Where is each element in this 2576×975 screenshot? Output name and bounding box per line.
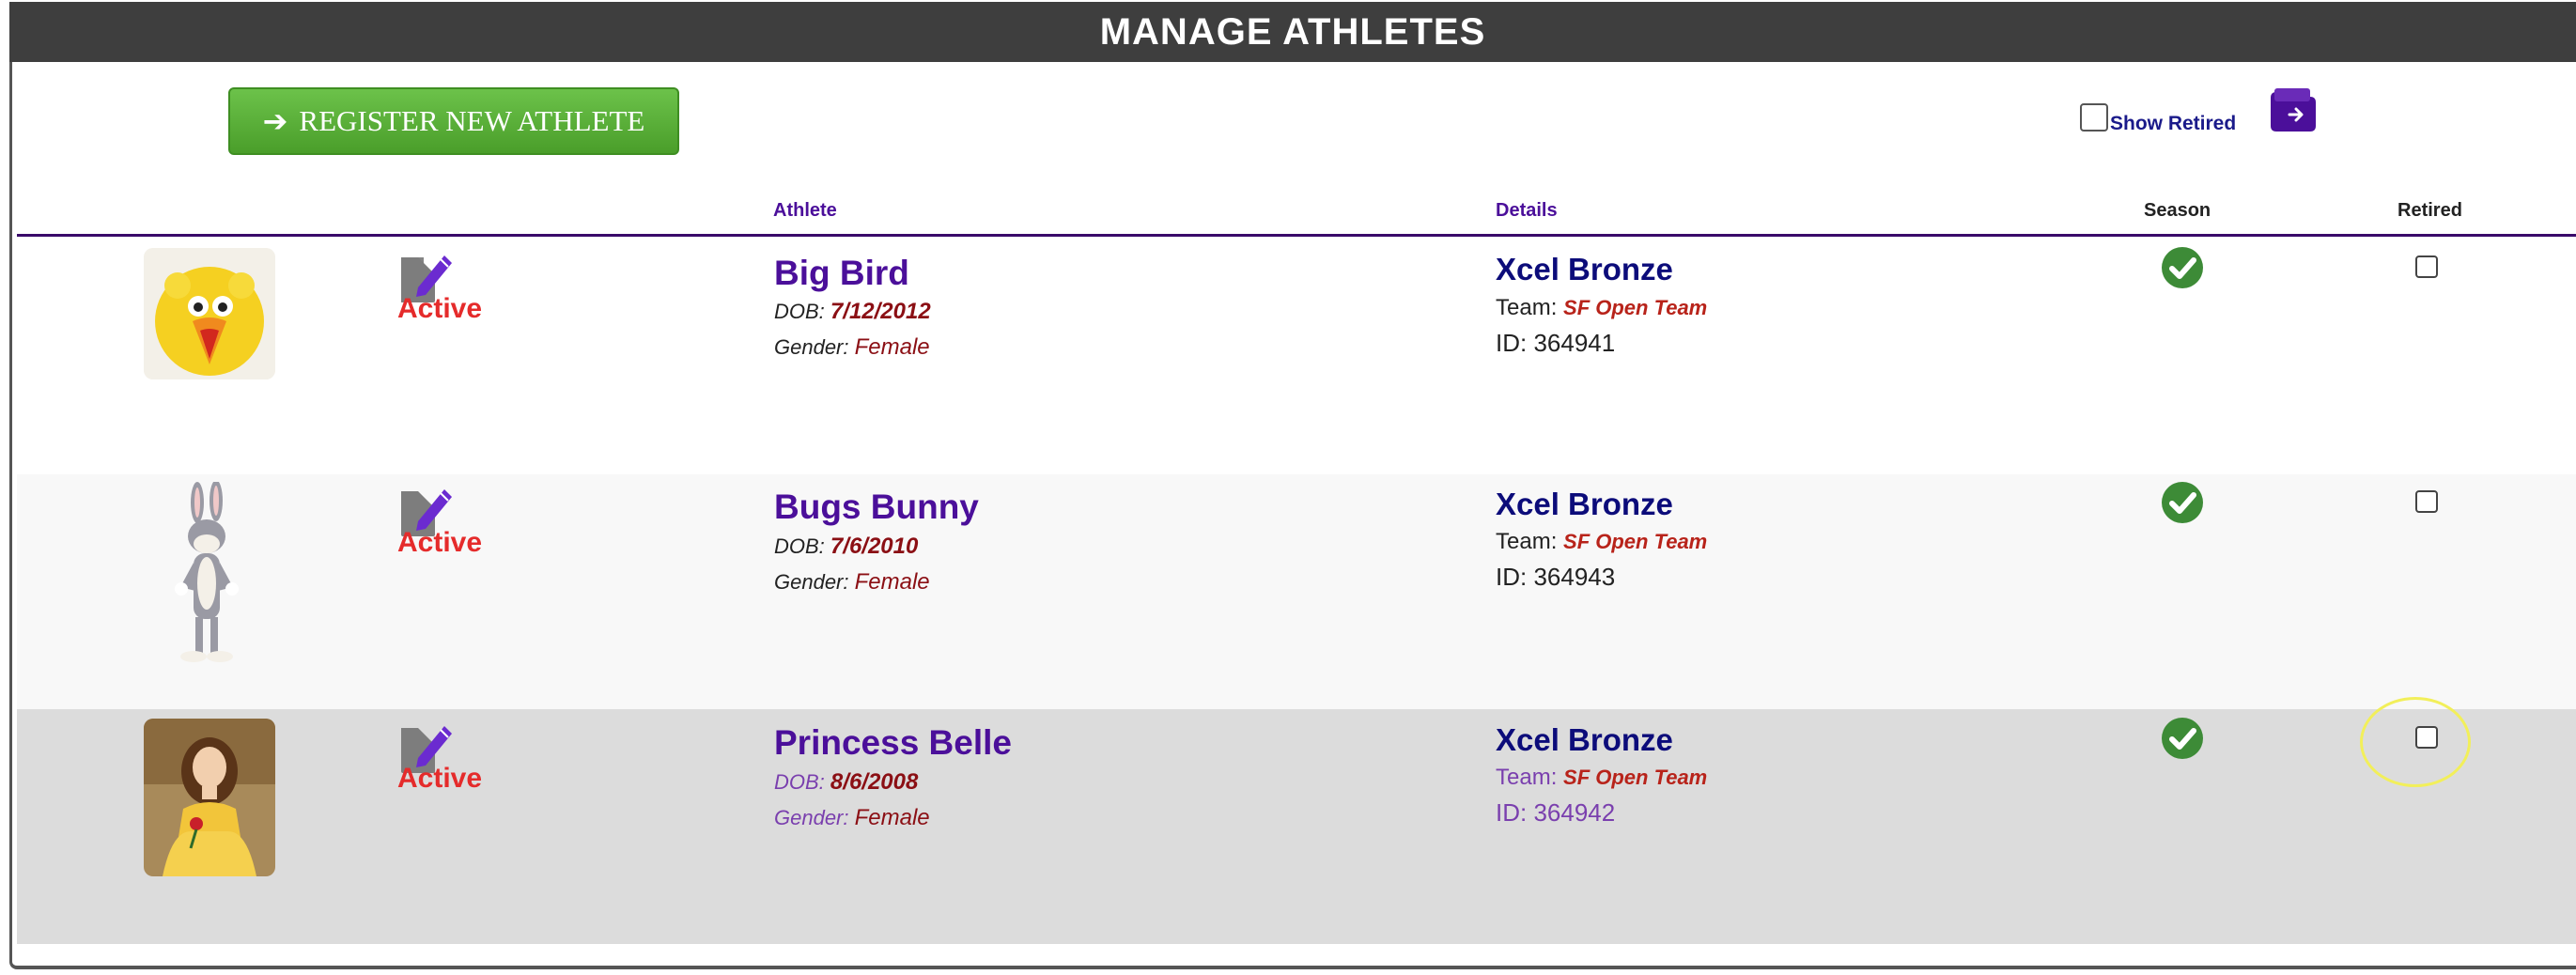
team-value: SF Open Team	[1563, 530, 1708, 553]
season-check-icon	[2162, 718, 2203, 759]
register-button-label: REGISTER NEW ATHLETE	[299, 104, 645, 137]
athlete-dob: DOB: 8/6/2008	[774, 769, 918, 796]
column-header-athlete[interactable]: Athlete	[773, 200, 837, 222]
season-check-icon	[2162, 482, 2203, 523]
big-bird-avatar-image	[144, 248, 275, 379]
dob-label: DOB:	[774, 300, 825, 323]
show-retired-checkbox[interactable]	[2080, 103, 2108, 132]
folder-export-icon[interactable]	[2269, 86, 2318, 133]
retired-checkbox[interactable]	[2415, 490, 2438, 513]
athlete-name[interactable]: Big Bird	[774, 254, 909, 293]
id-label: ID:	[1496, 329, 1528, 357]
dob-value: 7/12/2012	[830, 299, 931, 324]
athlete-avatar[interactable]	[144, 248, 275, 379]
athlete-id: ID: 364941	[1496, 329, 1615, 358]
register-new-athlete-button[interactable]: ➔ REGISTER NEW ATHLETE	[228, 87, 679, 155]
id-label: ID:	[1496, 798, 1528, 827]
princess-belle-avatar-image	[144, 719, 275, 876]
column-header-retired: Retired	[2398, 200, 2462, 221]
athlete-team: Team: SF Open Team	[1496, 529, 1707, 555]
page-title: MANAGE ATHLETES	[9, 2, 2576, 62]
team-label: Team:	[1496, 295, 1558, 320]
show-retired-label[interactable]: Show Retired	[2110, 113, 2236, 135]
column-header-season: Season	[2144, 200, 2211, 221]
id-value: 364941	[1533, 329, 1616, 357]
gender-label: Gender:	[774, 335, 849, 359]
athlete-id: ID: 364942	[1496, 798, 1615, 828]
table-row: Active Princess Belle DOB: 8/6/2008 Gend…	[17, 709, 2576, 944]
focus-highlight-ring	[2360, 697, 2471, 787]
athlete-level: Xcel Bronze	[1496, 252, 1673, 286]
bugs-bunny-avatar-image	[175, 482, 239, 662]
arrow-right-icon: ➔	[262, 103, 288, 139]
id-label: ID:	[1496, 563, 1528, 591]
athlete-gender: Gender: Female	[774, 569, 930, 596]
status-badge: Active	[397, 293, 483, 324]
dob-label: DOB:	[774, 770, 825, 794]
show-retired-toggle[interactable]: Show Retired	[2080, 103, 2236, 135]
dob-value: 8/6/2008	[830, 769, 919, 795]
table-row: Active Big Bird DOB: 7/12/2012 Gender: F…	[17, 237, 2576, 474]
athlete-team: Team: SF Open Team	[1496, 765, 1707, 791]
gender-label: Gender:	[774, 806, 849, 829]
status-badge: Active	[397, 527, 483, 558]
athlete-level: Xcel Bronze	[1496, 487, 1673, 521]
id-value: 364942	[1533, 798, 1616, 827]
gender-value: Female	[854, 569, 930, 595]
retired-checkbox[interactable]	[2415, 255, 2438, 278]
athlete-dob: DOB: 7/6/2010	[774, 534, 918, 560]
athlete-gender: Gender: Female	[774, 805, 930, 831]
athlete-name[interactable]: Bugs Bunny	[774, 488, 979, 527]
status-badge: Active	[397, 763, 483, 794]
athlete-avatar[interactable]	[144, 719, 275, 876]
gender-label: Gender:	[774, 570, 849, 594]
dob-label: DOB:	[774, 534, 825, 558]
athlete-team: Team: SF Open Team	[1496, 295, 1707, 321]
team-label: Team:	[1496, 765, 1558, 790]
athlete-gender: Gender: Female	[774, 334, 930, 361]
athlete-id: ID: 364943	[1496, 563, 1615, 592]
dob-value: 7/6/2010	[830, 534, 919, 559]
athlete-name[interactable]: Princess Belle	[774, 723, 1012, 763]
athlete-avatar[interactable]	[158, 482, 261, 670]
gender-value: Female	[854, 334, 930, 360]
id-value: 364943	[1533, 563, 1616, 591]
table-row: Active Bugs Bunny DOB: 7/6/2010 Gender: …	[17, 474, 2576, 709]
season-check-icon	[2162, 247, 2203, 288]
team-value: SF Open Team	[1563, 766, 1708, 789]
athlete-dob: DOB: 7/12/2012	[774, 299, 931, 325]
team-value: SF Open Team	[1563, 296, 1708, 319]
gender-value: Female	[854, 805, 930, 830]
athlete-level: Xcel Bronze	[1496, 722, 1673, 757]
column-header-details[interactable]: Details	[1496, 200, 1558, 222]
team-label: Team:	[1496, 529, 1558, 554]
